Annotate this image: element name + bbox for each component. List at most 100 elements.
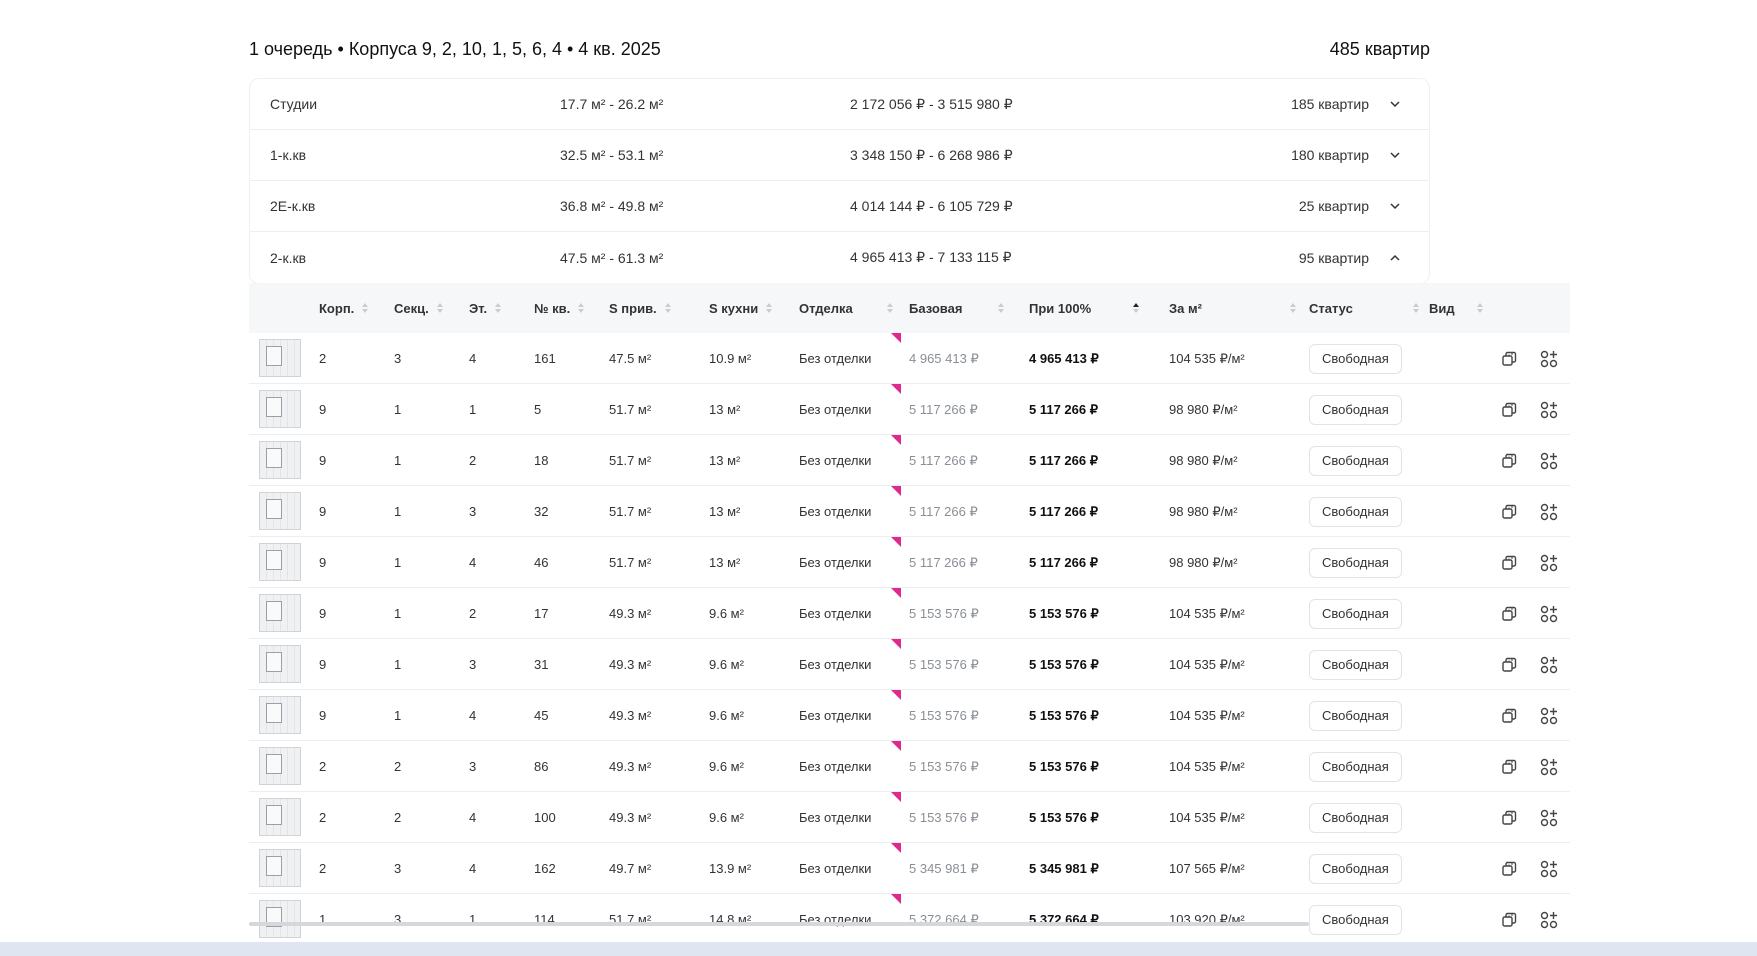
col-full-price[interactable]: При 100% bbox=[1029, 301, 1140, 316]
floor-plan-thumbnail[interactable] bbox=[259, 441, 301, 479]
add-shapes-icon[interactable] bbox=[1538, 807, 1560, 829]
compare-button[interactable] bbox=[1499, 588, 1521, 639]
compare-icon[interactable] bbox=[1499, 603, 1521, 625]
add-shapes-icon[interactable] bbox=[1538, 756, 1560, 778]
cell-area: 49.3 м² bbox=[609, 606, 652, 621]
add-shapes-icon[interactable] bbox=[1538, 399, 1560, 421]
floor-plan-thumbnail[interactable] bbox=[259, 696, 301, 734]
add-to-list-button[interactable] bbox=[1538, 333, 1560, 384]
floor-plan-thumbnail[interactable] bbox=[259, 390, 301, 428]
col-area[interactable]: S прив. bbox=[609, 301, 671, 316]
cell-apt-number: 100 bbox=[534, 810, 556, 825]
add-to-list-button[interactable] bbox=[1538, 894, 1560, 945]
compare-button[interactable] bbox=[1499, 333, 1521, 384]
status-cell: Свободная bbox=[1309, 435, 1402, 486]
compare-icon[interactable] bbox=[1499, 450, 1521, 472]
horizontal-scrollbar[interactable] bbox=[249, 922, 1309, 926]
col-korp[interactable]: Корп. bbox=[319, 301, 369, 316]
floor-plan-thumbnail[interactable] bbox=[259, 594, 301, 632]
add-to-list-button[interactable] bbox=[1538, 843, 1560, 894]
table-row[interactable]: 9 1 2 17 49.3 м² 9.6 м² Без отделки 5 153 576 ₽… bbox=[249, 588, 1570, 639]
add-to-list-button[interactable] bbox=[1538, 741, 1560, 792]
col-floor[interactable]: Эт. bbox=[469, 301, 502, 316]
compare-button[interactable] bbox=[1499, 741, 1521, 792]
add-shapes-icon[interactable] bbox=[1538, 603, 1560, 625]
col-view[interactable]: Вид bbox=[1429, 301, 1483, 316]
group-row[interactable]: Студии 17.7 м² - 26.2 м² 2 172 056 ₽ - 3 5… bbox=[250, 79, 1429, 130]
floor-plan-thumbnail[interactable] bbox=[259, 543, 301, 581]
add-shapes-icon[interactable] bbox=[1538, 450, 1560, 472]
compare-icon[interactable] bbox=[1499, 858, 1521, 880]
table-row[interactable]: 9 1 2 18 51.7 м² 13 м² Без отделки 5 117 266 ₽ 5… bbox=[249, 435, 1570, 486]
group-row[interactable]: 2-к.кв 47.5 м² - 61.3 м² 4 965 413 ₽ - 7 1… bbox=[250, 232, 1429, 283]
chevron-down-icon[interactable] bbox=[1387, 198, 1403, 214]
add-shapes-icon[interactable] bbox=[1538, 705, 1560, 727]
room-type-groups: Студии 17.7 м² - 26.2 м² 2 172 056 ₽ - 3 5… bbox=[249, 78, 1430, 284]
add-to-list-button[interactable] bbox=[1538, 435, 1560, 486]
table-row[interactable]: 2 2 3 86 49.3 м² 9.6 м² Без отделки 5 153 576 ₽… bbox=[249, 741, 1570, 792]
compare-button[interactable] bbox=[1499, 384, 1521, 435]
table-row[interactable]: 9 1 4 46 51.7 м² 13 м² Без отделки 5 117 266 ₽ 5… bbox=[249, 537, 1570, 588]
compare-button[interactable] bbox=[1499, 435, 1521, 486]
compare-button[interactable] bbox=[1499, 537, 1521, 588]
chevron-down-icon[interactable] bbox=[1387, 147, 1403, 163]
floor-plan-thumbnail[interactable] bbox=[259, 849, 301, 887]
group-row[interactable]: 1-к.кв 32.5 м² - 53.1 м² 3 348 150 ₽ - 6 2… bbox=[250, 130, 1429, 181]
cell-price-per-m: 104 535 ₽/м² bbox=[1169, 350, 1245, 366]
chevron-down-icon[interactable] bbox=[1387, 96, 1403, 112]
cell-finish: Без отделки bbox=[799, 453, 872, 468]
compare-button[interactable] bbox=[1499, 792, 1521, 843]
compare-button[interactable] bbox=[1499, 639, 1521, 690]
compare-icon[interactable] bbox=[1499, 552, 1521, 574]
table-row[interactable]: 9 1 4 45 49.3 м² 9.6 м² Без отделки 5 153 576 ₽… bbox=[249, 690, 1570, 741]
table-row[interactable]: 9 1 3 31 49.3 м² 9.6 м² Без отделки 5 153 576 ₽… bbox=[249, 639, 1570, 690]
add-to-list-button[interactable] bbox=[1538, 537, 1560, 588]
compare-icon[interactable] bbox=[1499, 807, 1521, 829]
compare-icon[interactable] bbox=[1499, 348, 1521, 370]
compare-icon[interactable] bbox=[1499, 654, 1521, 676]
table-row[interactable]: 9 1 3 32 51.7 м² 13 м² Без отделки 5 117 266 ₽ 5… bbox=[249, 486, 1570, 537]
add-to-list-button[interactable] bbox=[1538, 384, 1560, 435]
add-shapes-icon[interactable] bbox=[1538, 552, 1560, 574]
add-shapes-icon[interactable] bbox=[1538, 348, 1560, 370]
table-row[interactable]: 2 2 4 100 49.3 м² 9.6 м² Без отделки 5 153 576 … bbox=[249, 792, 1570, 843]
add-to-list-button[interactable] bbox=[1538, 639, 1560, 690]
cell-korp: 9 bbox=[319, 453, 327, 468]
col-sekc[interactable]: Секц. bbox=[394, 301, 443, 316]
table-row[interactable]: 1 3 1 114 51.7 м² 14.8 м² Без отделки 5 372 664… bbox=[249, 894, 1570, 945]
add-shapes-icon[interactable] bbox=[1538, 654, 1560, 676]
table-row[interactable]: 2 3 4 162 49.7 м² 13.9 м² Без отделки 5 345 981… bbox=[249, 843, 1570, 894]
add-to-list-button[interactable] bbox=[1538, 690, 1560, 741]
col-kitchen[interactable]: S кухни bbox=[709, 301, 773, 316]
compare-button[interactable] bbox=[1499, 843, 1521, 894]
floor-plan-thumbnail[interactable] bbox=[259, 339, 301, 377]
add-to-list-button[interactable] bbox=[1538, 588, 1560, 639]
col-base-price[interactable]: Базовая bbox=[909, 301, 1005, 316]
compare-button[interactable] bbox=[1499, 894, 1521, 945]
chevron-up-icon[interactable] bbox=[1387, 250, 1403, 266]
add-shapes-icon[interactable] bbox=[1538, 909, 1560, 931]
col-finish[interactable]: Отделка bbox=[799, 301, 893, 316]
floor-plan-thumbnail[interactable] bbox=[259, 645, 301, 683]
floor-plan-thumbnail[interactable] bbox=[259, 900, 301, 938]
add-to-list-button[interactable] bbox=[1538, 486, 1560, 537]
floor-plan-thumbnail[interactable] bbox=[259, 747, 301, 785]
compare-icon[interactable] bbox=[1499, 705, 1521, 727]
col-price-per-m[interactable]: За м² bbox=[1169, 301, 1296, 316]
add-to-list-button[interactable] bbox=[1538, 792, 1560, 843]
table-row[interactable]: 9 1 1 5 51.7 м² 13 м² Без отделки 5 117 266 ₽ 5 … bbox=[249, 384, 1570, 435]
floor-plan-thumbnail[interactable] bbox=[259, 492, 301, 530]
compare-icon[interactable] bbox=[1499, 756, 1521, 778]
compare-icon[interactable] bbox=[1499, 399, 1521, 421]
group-row[interactable]: 2Е-к.кв 36.8 м² - 49.8 м² 4 014 144 ₽ - 6 … bbox=[250, 181, 1429, 232]
compare-icon[interactable] bbox=[1499, 909, 1521, 931]
compare-button[interactable] bbox=[1499, 690, 1521, 741]
compare-icon[interactable] bbox=[1499, 501, 1521, 523]
table-row[interactable]: 2 3 4 161 47.5 м² 10.9 м² Без отделки 4 965 413… bbox=[249, 333, 1570, 384]
col-status[interactable]: Статус bbox=[1309, 301, 1419, 316]
floor-plan-thumbnail[interactable] bbox=[259, 798, 301, 836]
compare-button[interactable] bbox=[1499, 486, 1521, 537]
add-shapes-icon[interactable] bbox=[1538, 501, 1560, 523]
col-apt-number[interactable]: № кв. bbox=[534, 301, 585, 316]
add-shapes-icon[interactable] bbox=[1538, 858, 1560, 880]
